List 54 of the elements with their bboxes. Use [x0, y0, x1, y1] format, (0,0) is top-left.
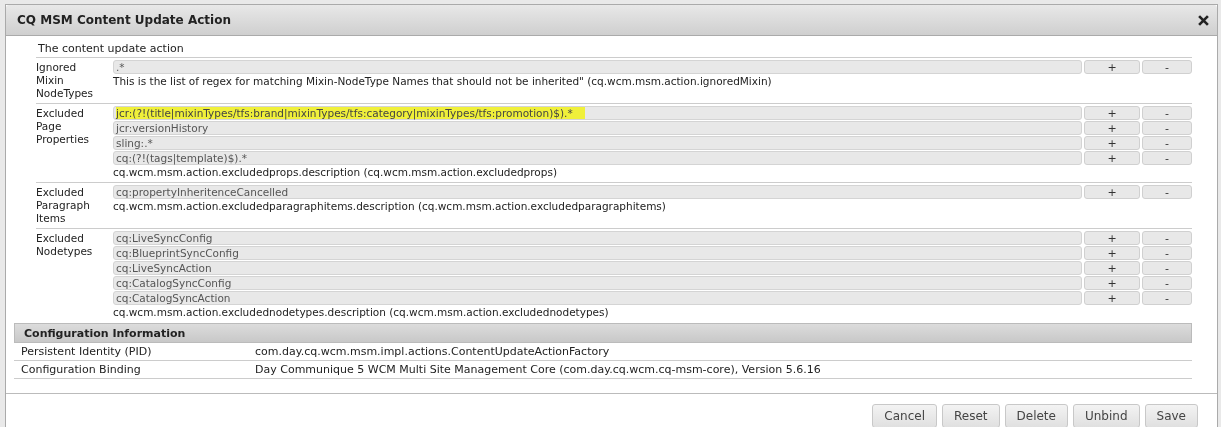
remove-button[interactable]: - [1142, 246, 1192, 260]
remove-button[interactable]: - [1142, 185, 1192, 199]
value-field[interactable]: jcr:(?!(title|mixinTypes/tfs:brand|mixinTypes/tfs:category|mixinTypes/tfs:promotion)$).* [113, 106, 1082, 120]
add-button[interactable]: + [1084, 261, 1140, 275]
add-button[interactable]: + [1084, 246, 1140, 260]
property-label: Excluded Page Properties [36, 106, 91, 147]
dialog-button[interactable]: Reset [942, 404, 1000, 427]
property-label: Excluded Paragraph Items [36, 185, 91, 225]
property-description: cq.wcm.msm.action.excludedprops.description (cq.wcm.msm.action.excludedprops) [113, 166, 558, 179]
remove-button[interactable]: - [1142, 231, 1192, 245]
value-field[interactable]: cq:BlueprintSyncConfig [113, 246, 1082, 260]
property-description: This is the list of regex for matching Mixin-NodeType Names that should not be inherited" (cq.wcm.msm.action.ignoredMixin) [113, 75, 773, 88]
value-field[interactable]: sling:.* [113, 136, 1082, 150]
value-field[interactable]: cq:LiveSyncAction [113, 261, 1082, 275]
remove-button[interactable]: - [1142, 291, 1192, 305]
info-value: Day Communique 5 WCM Multi Site Management Core (com.day.cq.wcm.cq-msm-core), Version 5.6.16 [255, 363, 822, 376]
add-button[interactable]: + [1084, 231, 1140, 245]
remove-button[interactable]: - [1142, 106, 1192, 120]
add-button[interactable]: + [1084, 151, 1140, 165]
info-value: com.day.cq.wcm.msm.impl.actions.ContentUpdateActionFactory [255, 345, 611, 358]
add-button[interactable]: + [1084, 276, 1140, 290]
dialog-title: CQ MSM Content Update Action [17, 13, 231, 27]
property-label: Ignored Mixin NodeTypes [36, 60, 94, 100]
remove-button[interactable]: - [1142, 151, 1192, 165]
dialog-button[interactable]: Save [1144, 404, 1198, 427]
remove-button[interactable]: - [1142, 276, 1192, 290]
dialog-button[interactable]: Cancel [872, 404, 937, 427]
add-button[interactable]: + [1084, 136, 1140, 150]
close-icon[interactable] [1198, 14, 1209, 26]
section-header: Configuration Information [14, 323, 1192, 343]
value-field[interactable]: cq:CatalogSyncAction [113, 291, 1082, 305]
add-button[interactable]: + [1084, 291, 1140, 305]
info-name: Configuration Binding [21, 363, 142, 376]
value-field[interactable]: jcr:versionHistory [113, 121, 1082, 135]
dialog-button[interactable]: Unbind [1072, 404, 1140, 427]
dialog-description: The content update action [37, 41, 185, 57]
dialog-button[interactable]: Delete [1004, 404, 1068, 427]
property-label: Excluded Nodetypes [36, 231, 94, 259]
property-description: cq.wcm.msm.action.excludedparagraphitems.description (cq.wcm.msm.action.excludedparagraphitems) [113, 200, 667, 213]
add-button[interactable]: + [1084, 106, 1140, 120]
value-field[interactable]: cq:LiveSyncConfig [113, 231, 1082, 245]
remove-button[interactable]: - [1142, 261, 1192, 275]
add-button[interactable]: + [1084, 60, 1140, 74]
value-field[interactable]: cq:CatalogSyncConfig [113, 276, 1082, 290]
add-button[interactable]: + [1084, 185, 1140, 199]
value-field[interactable]: cq:propertyInheritenceCancelled [113, 185, 1082, 199]
value-field[interactable]: .* [113, 60, 1082, 74]
property-description: cq.wcm.msm.action.excludednodetypes.description (cq.wcm.msm.action.excludednodetypes) [113, 306, 610, 319]
value-field[interactable]: cq:(?!(tags|template)$).* [113, 151, 1082, 165]
remove-button[interactable]: - [1142, 121, 1192, 135]
remove-button[interactable]: - [1142, 136, 1192, 150]
add-button[interactable]: + [1084, 121, 1140, 135]
remove-button[interactable]: - [1142, 60, 1192, 74]
info-name: Persistent Identity (PID) [21, 345, 153, 358]
